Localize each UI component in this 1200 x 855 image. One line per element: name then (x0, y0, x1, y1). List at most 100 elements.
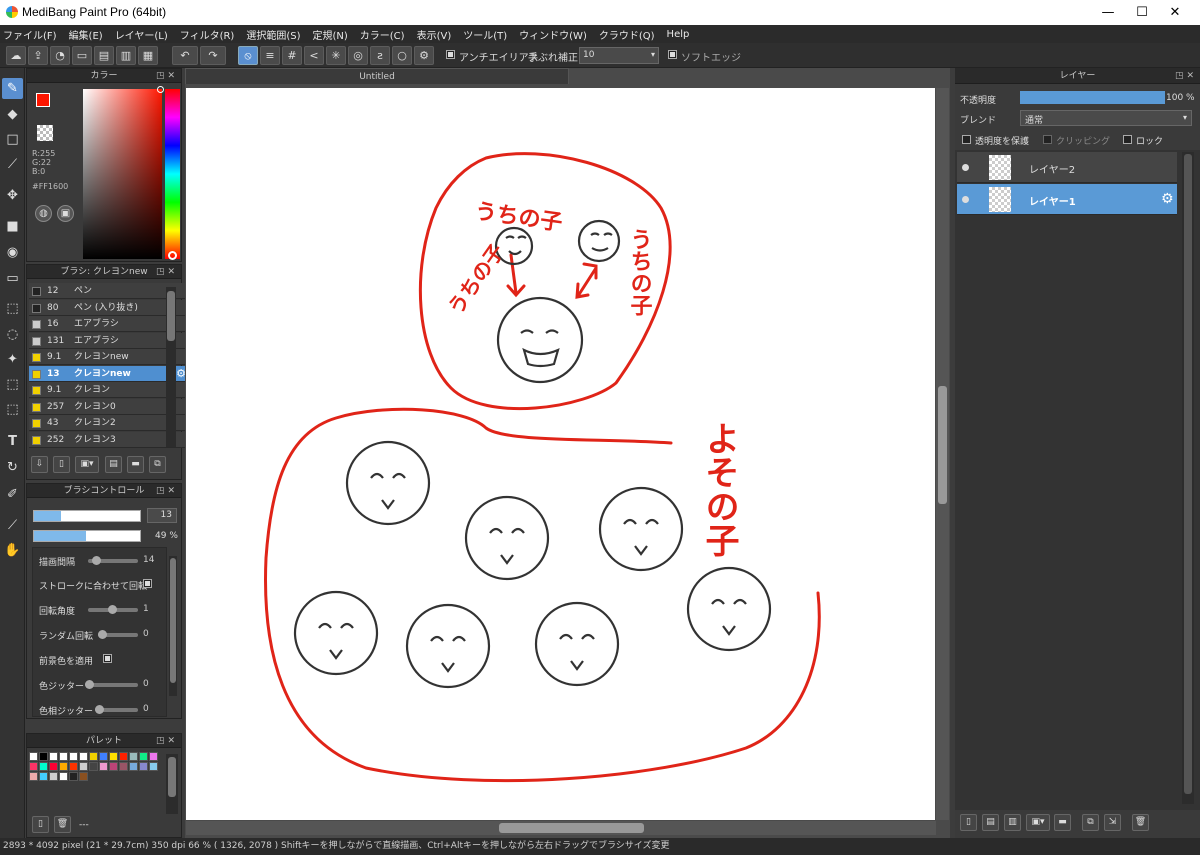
menu-ruler[interactable]: 定規(N) (312, 27, 347, 42)
color-picker-cursor[interactable] (157, 86, 164, 93)
duplicate-layer-icon[interactable]: ⧉ (1082, 814, 1099, 831)
palette-swatch[interactable] (79, 762, 88, 771)
layer-opacity-bar[interactable] (1020, 91, 1165, 104)
fg-color-checkbox[interactable] (103, 654, 112, 664)
brush-control-scrollbar[interactable] (169, 556, 177, 696)
brush-duplicate-icon[interactable]: ⧉ (149, 456, 166, 473)
palette-swatch[interactable] (109, 762, 118, 771)
palette-swatch[interactable] (49, 752, 58, 761)
palette-swatch[interactable] (139, 752, 148, 761)
brush-scrollbar[interactable] (166, 287, 176, 447)
canvas-hscrollbar[interactable] (186, 821, 936, 835)
palette-swatch[interactable] (49, 762, 58, 771)
menu-layer[interactable]: レイヤー(L) (115, 27, 168, 42)
layer-scrollbar-thumb[interactable] (1184, 154, 1192, 794)
brush-control-scrollbar-thumb[interactable] (170, 558, 176, 683)
canvas-vscrollbar-thumb[interactable] (938, 386, 947, 504)
palette-swatch[interactable] (59, 772, 68, 781)
new-layer-icon[interactable]: ▯ (960, 814, 977, 831)
correction-select[interactable]: 10 ▾ (579, 47, 659, 64)
visibility-eye-icon[interactable] (962, 164, 969, 171)
menu-filter[interactable]: フィルタ(R) (180, 27, 235, 42)
page-list-icon[interactable]: ▥ (116, 46, 136, 65)
color-wheel-icon[interactable]: ◍ (35, 205, 52, 222)
menu-edit[interactable]: 編集(E) (69, 27, 103, 42)
layer-row-selected[interactable]: レイヤー1 ⚙ (957, 184, 1177, 215)
move-tool-icon[interactable]: ✥ (2, 185, 23, 206)
brush-size-value[interactable]: 13 (147, 508, 177, 523)
operation-tool-icon[interactable]: ↻ (2, 457, 23, 478)
palette-swatch[interactable] (129, 752, 138, 761)
merge-layer-icon[interactable]: ⇲ (1104, 814, 1121, 831)
new-8bit-layer-icon[interactable]: ▥ (1004, 814, 1021, 831)
panel-float-close-icon[interactable]: ◳✕ (156, 734, 178, 748)
stroke-rotate-checkbox[interactable] (143, 579, 152, 589)
shape-tool-icon[interactable]: □ (2, 129, 23, 150)
circle-snap-icon[interactable]: ○ (392, 46, 412, 65)
palette-swatch[interactable] (89, 762, 98, 771)
palette-swatch[interactable] (29, 762, 38, 771)
color-jitter-slider[interactable] (85, 680, 138, 689)
brush-properties-icon[interactable]: ▤ (105, 456, 122, 473)
palette-delete-icon[interactable]: 🗑 (54, 816, 71, 833)
palette-swatch[interactable] (79, 772, 88, 781)
palette-scrollbar[interactable] (166, 754, 178, 814)
close-button[interactable]: ✕ (1152, 0, 1198, 25)
brush-add-menu-icon[interactable]: ▣▾ (75, 456, 99, 473)
message-icon[interactable]: ▭ (72, 46, 92, 65)
brush-tool-icon[interactable]: ✎ (2, 78, 23, 99)
rotation-slider[interactable] (88, 605, 138, 614)
snap-off-icon[interactable]: ⦸ (238, 46, 258, 65)
palette-add-icon[interactable]: ▯ (32, 816, 49, 833)
layer-row[interactable]: レイヤー2 (957, 152, 1177, 183)
palette-scrollbar-thumb[interactable] (168, 757, 176, 797)
gradient-tool-icon[interactable]: ▭ (2, 268, 23, 289)
snap-settings-icon[interactable]: ⚙ (414, 46, 434, 65)
foreground-color-swatch[interactable] (36, 93, 50, 107)
panel-float-close-icon[interactable]: ◳✕ (156, 484, 178, 498)
palette-swatch[interactable] (129, 762, 138, 771)
menu-cloud[interactable]: クラウド(Q) (599, 27, 655, 42)
redo-icon[interactable]: ↷ (200, 46, 226, 65)
gear-icon[interactable]: ⚙ (1161, 191, 1174, 207)
hue-slider[interactable] (165, 89, 180, 259)
comment-icon[interactable]: ◔ (50, 46, 70, 65)
brush-size-bar[interactable] (33, 510, 141, 522)
layer-folder-icon[interactable]: ▬ (1054, 814, 1071, 831)
grid-snap-icon[interactable]: # (282, 46, 302, 65)
share-icon[interactable]: ⇪ (28, 46, 48, 65)
perspective-snap-icon[interactable]: < (304, 46, 324, 65)
select-tool-icon[interactable]: ⬚ (2, 298, 23, 319)
menu-view[interactable]: 表示(V) (417, 27, 452, 42)
lasso-tool-icon[interactable]: ◌ (2, 324, 23, 345)
concentric-snap-icon[interactable]: ◎ (348, 46, 368, 65)
palette-swatch[interactable] (39, 762, 48, 771)
panel-float-close-icon[interactable]: ◳✕ (156, 69, 178, 83)
palette-swatch[interactable] (119, 762, 128, 771)
folder-icon[interactable]: ▬ (127, 456, 144, 473)
parallel-snap-icon[interactable]: ≡ (260, 46, 280, 65)
protect-alpha-checkbox[interactable] (962, 135, 971, 145)
blend-select[interactable]: 通常 ▾ (1020, 110, 1192, 126)
palette-swatch[interactable] (119, 752, 128, 761)
eyedropper-tool-icon[interactable]: ⟋ (2, 515, 23, 536)
delete-layer-icon[interactable]: 🗑 (1132, 814, 1149, 831)
magic-wand-tool-icon[interactable]: ✦ (2, 349, 23, 370)
palette-swatch[interactable] (149, 752, 158, 761)
cloud-icon[interactable]: ☁ (6, 46, 26, 65)
menu-selection[interactable]: 選択範囲(S) (246, 27, 300, 42)
page-icon[interactable]: ▤ (94, 46, 114, 65)
document-tab[interactable]: Untitled (185, 68, 569, 84)
palette-swatch[interactable] (29, 772, 38, 781)
palette-swatch[interactable] (99, 752, 108, 761)
saturation-value-picker[interactable] (83, 89, 162, 259)
palette-swatch[interactable] (99, 762, 108, 771)
undo-icon[interactable]: ↶ (172, 46, 198, 65)
select-pen-tool-icon[interactable]: ⬚ (2, 374, 23, 395)
transparent-color-swatch[interactable] (37, 125, 53, 141)
brush-opacity-bar[interactable] (33, 530, 141, 542)
brush-download-icon[interactable]: ⇩ (31, 456, 48, 473)
menu-tool[interactable]: ツール(T) (463, 27, 507, 42)
palette-swatch[interactable] (59, 762, 68, 771)
palette-swatch[interactable] (39, 772, 48, 781)
